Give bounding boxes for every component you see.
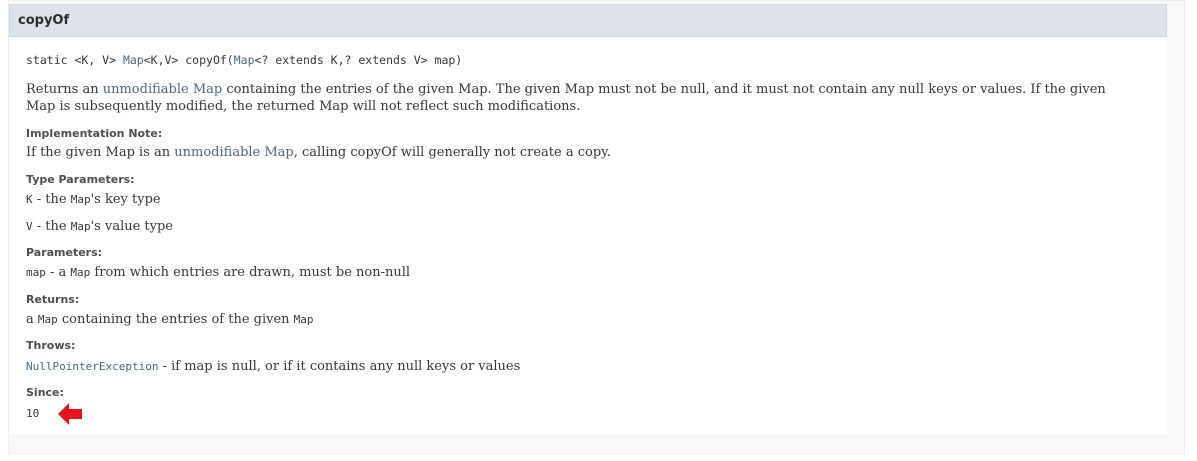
signature-prefix: static <K, V> — [26, 53, 123, 67]
type-param-v: V - the Map's value type — [26, 218, 1136, 235]
param-map: map - a Map from which entries are drawn… — [26, 264, 1136, 281]
impl-note-part1: If the given Map is an — [26, 145, 175, 160]
member-title: copyOf — [18, 13, 70, 28]
since-label: Since: — [26, 386, 64, 399]
signature-type-rest: <K,V> copyOf( — [143, 53, 234, 67]
type-param-v-text: - the — [32, 219, 71, 234]
signature-return-type-link[interactable]: Map — [123, 53, 144, 67]
type-param-k-text: - the — [32, 192, 71, 207]
impl-note-part2: , calling copyOf will generally not crea… — [293, 145, 611, 160]
returns-map2: Map — [293, 313, 314, 326]
param-map-code: map — [26, 266, 46, 279]
type-params-label: Type Parameters: — [26, 173, 135, 186]
member-body: static <K, V> Map<K,V> copyOf(Map<? exte… — [9, 37, 1167, 434]
returns-label: Returns: — [26, 293, 80, 306]
throws-text: NullPointerException - if map is null, o… — [26, 358, 1136, 375]
null-pointer-exception-link[interactable]: NullPointerException — [26, 360, 158, 373]
impl-note-text: If the given Map is an unmodifiable Map,… — [26, 144, 1136, 161]
signature-param-type-link[interactable]: Map — [234, 53, 255, 67]
param-map-type: Map — [70, 266, 91, 279]
returns-text2: containing the entries of the given — [57, 312, 294, 327]
type-param-k-code: K — [26, 193, 33, 206]
throws-label: Throws: — [26, 339, 76, 352]
throws-desc: - if map is null, or if it contains any … — [158, 359, 521, 374]
method-description: Returns an unmodifiable Map containing t… — [26, 81, 1136, 115]
type-param-k-map: Map — [70, 193, 91, 206]
type-param-v-map: Map — [70, 220, 91, 233]
impl-note-label: Implementation Note: — [26, 127, 163, 140]
red-arrow-left-icon — [58, 403, 82, 425]
param-map-desc: from which entries are drawn, must be no… — [90, 265, 411, 280]
description-text: Returns an — [26, 82, 103, 97]
type-param-v-code: V — [26, 220, 33, 233]
signature-param-rest: <? extends K,? extends V> map) — [254, 53, 463, 67]
returns-text: a Map containing the entries of the give… — [26, 311, 1136, 328]
returns-map1: Map — [37, 313, 58, 326]
param-map-text: - a — [45, 265, 71, 280]
method-signature: static <K, V> Map<K,V> copyOf(Map<? exte… — [26, 53, 462, 67]
impl-note-unmodifiable-map-link[interactable]: unmodifiable Map — [174, 145, 294, 160]
returns-text1: a — [26, 312, 38, 327]
unmodifiable-map-link[interactable]: unmodifiable Map — [103, 82, 223, 97]
member-header: copyOf — [9, 4, 1167, 37]
type-param-k: K - the Map's key type — [26, 191, 1136, 208]
type-param-v-desc: 's value type — [90, 219, 174, 234]
type-param-k-desc: 's key type — [90, 192, 161, 207]
params-label: Parameters: — [26, 246, 103, 259]
since-value: 10 — [26, 407, 40, 420]
